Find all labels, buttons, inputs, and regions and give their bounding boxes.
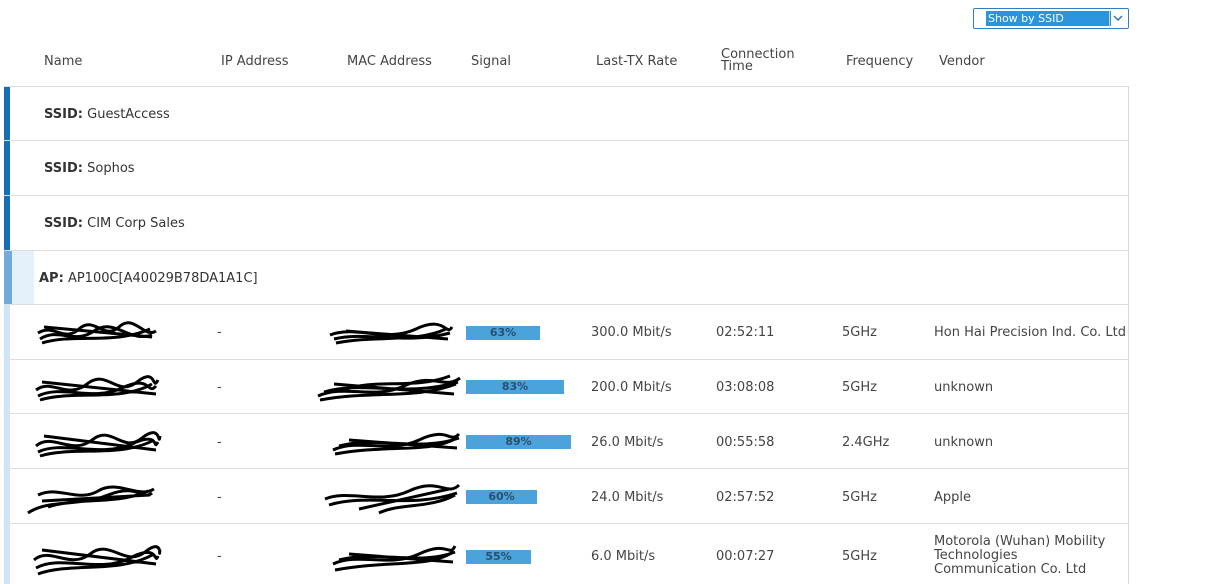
table-row[interactable]: - 60% 24.0 Mbit/s 02:57:52 5GHz Apple	[4, 469, 1128, 524]
ap-label: AP: AP100C[A40029B78DA1A1C]	[39, 271, 258, 286]
chevron-down-icon[interactable]	[1109, 10, 1126, 27]
table-row[interactable]: - 83% 200.0 Mbit/s 03:08:08 5GHz unknown	[4, 360, 1128, 414]
ip-address: -	[217, 380, 222, 395]
redacted-mac	[317, 374, 461, 402]
col-signal[interactable]: Signal	[471, 55, 511, 68]
table-header: Name IP Address MAC Address Signal Last-…	[0, 40, 1128, 86]
redacted-mac	[324, 483, 461, 515]
col-ip-address[interactable]: IP Address	[221, 55, 289, 68]
last-tx-rate: 26.0 Mbit/s	[591, 435, 664, 450]
redacted-mac	[329, 322, 454, 345]
vendor: unknown	[934, 435, 994, 450]
ip-address: -	[217, 325, 222, 340]
clients-table: SSID: GuestAccess SSID: Sophos SSID: CIM…	[4, 86, 1129, 584]
group-indicator	[4, 87, 10, 140]
vendor: unknown	[934, 380, 994, 395]
ssid-label: SSID: GuestAccess	[44, 107, 170, 122]
col-name[interactable]: Name	[44, 55, 82, 68]
redacted-name	[37, 321, 157, 345]
vendor: Apple	[934, 490, 972, 505]
ssid-group-row[interactable]: SSID: CIM Corp Sales	[4, 196, 1128, 251]
connection-time: 00:55:58	[716, 435, 775, 450]
connection-time: 03:08:08	[716, 380, 775, 395]
redacted-mac	[332, 432, 461, 456]
vendor: Hon Hai Precision Ind. Co. Ltd	[934, 325, 1126, 340]
connection-time: 00:07:27	[716, 549, 775, 564]
ip-address: -	[217, 549, 222, 564]
frequency: 2.4GHz	[842, 435, 890, 450]
ap-indicator	[4, 251, 12, 304]
col-mac-address[interactable]: MAC Address	[347, 55, 432, 68]
view-select[interactable]: Show by SSID	[973, 8, 1129, 29]
table-row[interactable]: - 89% 26.0 Mbit/s 00:55:58 2.4GHz unknow…	[4, 414, 1128, 469]
ssid-label: SSID: Sophos	[44, 161, 135, 176]
table-row[interactable]: - 63% 300.0 Mbit/s 02:52:11 5GHz Hon Hai…	[4, 305, 1128, 360]
ap-group-row[interactable]: AP: AP100C[A40029B78DA1A1C]	[4, 251, 1128, 305]
frequency: 5GHz	[842, 325, 877, 340]
redacted-name	[27, 485, 155, 515]
ip-address: -	[217, 490, 222, 505]
connection-time: 02:57:52	[716, 490, 775, 505]
redacted-mac	[332, 545, 457, 572]
signal-bar: 83%	[466, 380, 564, 394]
ip-address: -	[217, 435, 222, 450]
ssid-label: SSID: CIM Corp Sales	[44, 216, 185, 231]
signal-bar: 63%	[466, 326, 540, 340]
signal-bar: 89%	[466, 435, 571, 449]
view-select-value: Show by SSID	[986, 11, 1111, 26]
frequency: 5GHz	[842, 380, 877, 395]
redacted-name	[33, 545, 162, 576]
connection-time: 02:52:11	[716, 325, 775, 340]
ssid-group-row[interactable]: SSID: Sophos	[4, 141, 1128, 196]
last-tx-rate: 200.0 Mbit/s	[591, 380, 672, 395]
col-connection-time[interactable]: Connection Time	[721, 48, 801, 73]
ssid-group-row[interactable]: SSID: GuestAccess	[4, 86, 1128, 141]
vendor: Motorola (Wuhan) Mobility Technologies C…	[934, 534, 1106, 577]
signal-bar: 60%	[466, 490, 537, 504]
redacted-name	[35, 431, 162, 458]
last-tx-rate: 300.0 Mbit/s	[591, 325, 672, 340]
last-tx-rate: 24.0 Mbit/s	[591, 490, 664, 505]
signal-bar: 55%	[466, 550, 531, 564]
table-row[interactable]: - 55% 6.0 Mbit/s 00:07:27 5GHz Motorola …	[4, 524, 1128, 584]
frequency: 5GHz	[842, 549, 877, 564]
frequency: 5GHz	[842, 490, 877, 505]
group-indicator	[4, 196, 10, 250]
col-frequency[interactable]: Frequency	[846, 55, 913, 68]
col-last-tx-rate[interactable]: Last-TX Rate	[596, 55, 677, 68]
col-vendor[interactable]: Vendor	[939, 55, 985, 68]
last-tx-rate: 6.0 Mbit/s	[591, 549, 656, 564]
group-indicator	[4, 141, 10, 195]
redacted-name	[35, 375, 160, 402]
